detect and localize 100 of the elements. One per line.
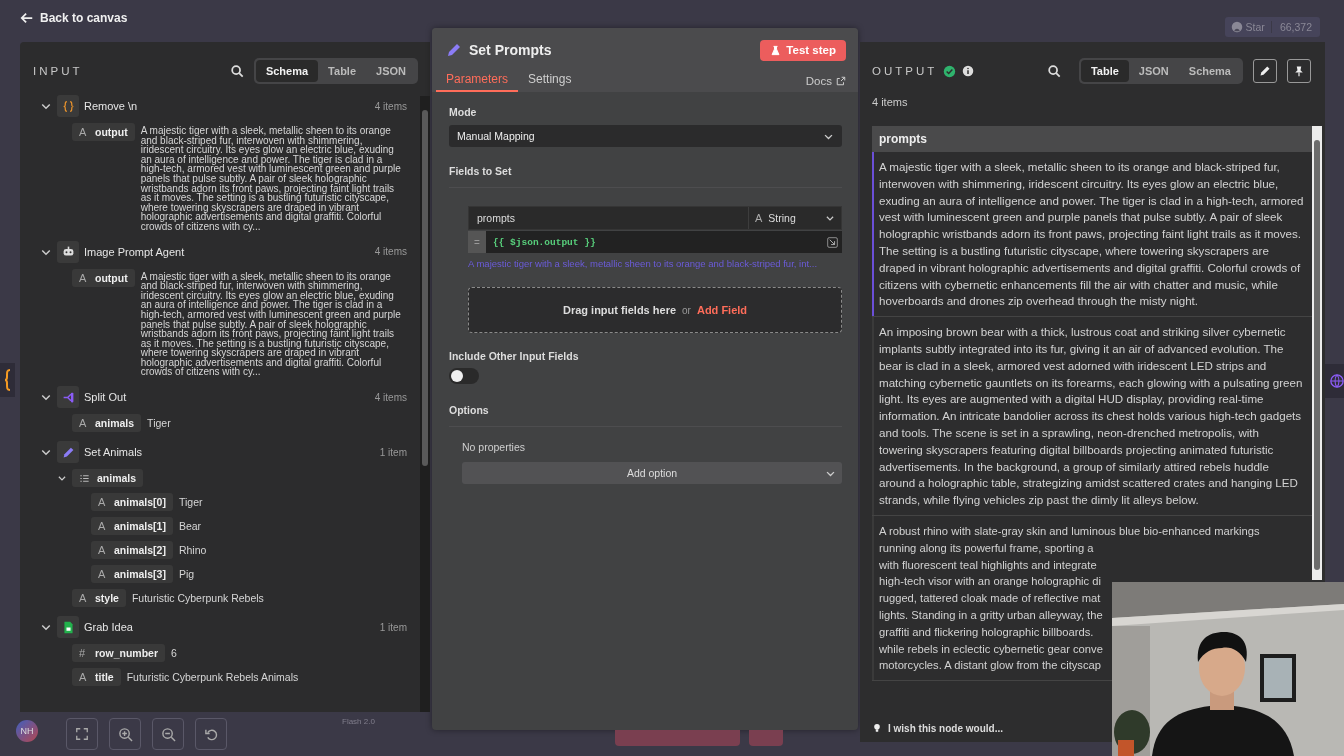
type-glyph: A bbox=[79, 671, 88, 684]
field-name: row_number bbox=[95, 647, 158, 660]
info-icon[interactable] bbox=[962, 65, 975, 77]
view-tab[interactable]: JSON bbox=[366, 60, 416, 82]
zoom-out-icon bbox=[160, 726, 176, 742]
cell-text: A majestic tiger with a sleek, metallic sheen to its orange and black-striped fur, interwoven with shimmering, iridescent circuitry. Its eyes glow an electric blue, exuding an aura of intelligence and power. The tiger is clad in a high-tech, armored vest with luminescent green and purple panels that pulse subtly. A pair of sleek holographic wristbands adorn its front paws, projecting faint light trails as it moves. The setting is a bustling futuristic cityscape, where towering skyscrapers are draped in vibrant holographic advertisements and digital graffiti. Colorful crowds of citizens with cybernetic enhancements fill the air with chatter and music, while hoverboards and drones zip overhead through the misty night. bbox=[879, 159, 1305, 310]
pencil-icon bbox=[57, 441, 79, 464]
drop-hint: Drag input fields here bbox=[562, 304, 677, 316]
cell-text-line: high-tech visor with an orange holographic di bbox=[879, 574, 1103, 590]
item-count: 4 items bbox=[871, 95, 909, 110]
add-field-link[interactable]: Add Field bbox=[696, 304, 748, 316]
node-name: Remove \n bbox=[84, 100, 139, 112]
field-chip[interactable]: A output bbox=[72, 123, 135, 141]
field-value: A majestic tiger with a sleek, metallic sheen to its orange and black-striped fur, interwoven with shimmering, iridescent circuitry. Its eyes glow an electric blue, exuding an aura of intelligence and power. The tiger is clad in a high-tech, armored vest with luminescent green and purple panels that pulse subtly. A pair of sleek holographic wristbands adorn its front paws, projecting faint light trails as it moves. The setting is a bustling futuristic cityscape, where towering skyscrapers are draped in vibrant holographic advertisements and digital graffiti. Colorful crowds of citizens with cy... bbox=[140, 269, 402, 378]
edit-button[interactable] bbox=[1253, 59, 1277, 83]
panel-title: OUTPUT bbox=[872, 65, 938, 77]
panel-tab[interactable]: Settings bbox=[518, 72, 582, 92]
type-glyph: # bbox=[79, 647, 87, 660]
separator-text: or bbox=[682, 304, 691, 316]
flask-icon bbox=[770, 44, 782, 56]
search-icon[interactable] bbox=[229, 64, 244, 78]
cell-text-line: rugged, tattered cloak made of reflective mat bbox=[879, 591, 1102, 607]
type-glyph: A bbox=[98, 520, 107, 533]
view-tab[interactable]: Schema bbox=[1178, 60, 1241, 82]
external-link-icon bbox=[836, 76, 846, 86]
back-to-canvas-link[interactable]: Back to canvas bbox=[20, 10, 128, 26]
pin-icon bbox=[1293, 65, 1305, 77]
user-avatar[interactable]: NH bbox=[16, 720, 38, 742]
view-tab[interactable]: Schema bbox=[255, 60, 319, 82]
field-label: Options bbox=[449, 404, 489, 416]
reset-button[interactable] bbox=[195, 718, 227, 750]
feedback-prompt[interactable]: I wish this node would... bbox=[860, 714, 1013, 742]
fullscreen-icon bbox=[75, 727, 89, 741]
item-count: 4 items bbox=[374, 391, 407, 403]
type-glyph: A bbox=[79, 271, 88, 284]
scrollbar[interactable] bbox=[420, 96, 430, 712]
view-tab[interactable]: Table bbox=[318, 60, 367, 82]
panel-title: INPUT bbox=[33, 65, 84, 77]
expand-icon[interactable] bbox=[827, 236, 838, 248]
type-glyph: A bbox=[98, 496, 107, 509]
split-icon bbox=[57, 386, 79, 409]
expression-preview: A majestic tiger with a sleek, metallic sheen to its orange and black-striped fur, int... bbox=[468, 258, 819, 269]
cell-text-line: while rebels in eclectic cybernetic gear conve bbox=[879, 641, 1104, 657]
field-chip[interactable]: animals bbox=[72, 469, 144, 488]
field-value: Futuristic Cyberpunk Rebels bbox=[131, 591, 265, 605]
field-label: Fields to Set bbox=[449, 165, 512, 177]
zoom-in-icon bbox=[117, 726, 133, 742]
empty-text: No properties bbox=[462, 441, 527, 453]
field-value: Pig bbox=[178, 567, 196, 581]
globe-icon[interactable] bbox=[1330, 374, 1344, 388]
cell-text: An imposing brown bear with a thick, lustrous coat and striking silver cybernetic implants subtly integrated into its fur, giving it an air of advanced evolution. The bear is clad in a sleek, armored vest adorned with iridescent LED strips and matching cybernetic gauntlets on its forearms, each glowing with a pulsating green light. Its eyes are augmented with a digital HUD display, providing real-time information. An intricate bandolier across its chest holds various high-tech gadgets and tools. The scene is set in a sprawling, neon-drenched metropolis, with towering skyscrapers featuring digital billboards projecting animated futuristic advertisements. In the background, a group of similarly attired rebels huddle around a holographic table, strategizing amidst scattered crates and hanging LED strands, while flying vehicles zip past the dimly lit alleys below. bbox=[879, 324, 1304, 509]
field-value: 6 bbox=[171, 646, 178, 660]
field-label: Mode bbox=[449, 106, 478, 118]
toggle-switch[interactable] bbox=[449, 368, 479, 384]
fit-view-button[interactable] bbox=[66, 718, 98, 750]
zoom-in-button[interactable] bbox=[109, 718, 141, 750]
item-count: 1 item bbox=[379, 621, 407, 633]
robot-icon bbox=[57, 240, 79, 263]
pencil-icon bbox=[1259, 65, 1271, 77]
cell-text-line: motorcycles. A distant glow from the cityscap bbox=[879, 658, 1102, 674]
node-name: Grab Idea bbox=[84, 621, 134, 634]
type-glyph: A bbox=[79, 417, 88, 430]
field-chip[interactable]: A animals bbox=[72, 414, 142, 433]
view-tab[interactable]: Table bbox=[1080, 60, 1129, 82]
bulb-icon bbox=[872, 722, 882, 734]
field-chip[interactable]: A title bbox=[72, 668, 121, 687]
field-name: animals[0] bbox=[114, 496, 166, 509]
docs-link[interactable]: Docs bbox=[805, 75, 846, 92]
field-name: animals bbox=[97, 472, 137, 485]
field-name: title bbox=[95, 671, 114, 684]
expression-field[interactable]: = {{ $json.output }} bbox=[468, 231, 842, 253]
field-name: animals[3] bbox=[114, 568, 166, 581]
field-value: A majestic tiger with a sleek, metallic sheen to its orange and black-striped fur, interwoven with shimmering, iridescent circuitry. Its eyes glow an electric blue, exuding an aura of intelligence and power. The tiger is clad in a high-tech, armored vest with luminescent green and purple panels that pulse subtly. A pair of sleek holographic wristbands adorn its front paws, projecting faint light trails as it moves. The setting is a bustling futuristic cityscape, where towering skyscrapers are draped in vibrant holographic advertisements and digital graffiti. Colorful crowds of citizens with cy... bbox=[140, 124, 402, 232]
item-count: 4 items bbox=[374, 246, 407, 258]
field-value: Bear bbox=[178, 519, 203, 533]
field-chip[interactable]: A animals[0] bbox=[91, 493, 173, 512]
field-chip[interactable]: # row_number bbox=[72, 644, 165, 663]
item-count: 4 items bbox=[374, 100, 407, 112]
type-glyph: A bbox=[98, 544, 107, 557]
zoom-out-button[interactable] bbox=[152, 718, 184, 750]
node-name: Set Animals bbox=[84, 446, 144, 459]
add-option-select[interactable]: Add option bbox=[462, 462, 842, 484]
field-chip[interactable]: A animals[2] bbox=[91, 541, 173, 560]
field-chip[interactable]: A output bbox=[72, 268, 135, 287]
mode-select[interactable]: Manual Mapping bbox=[449, 125, 842, 147]
scrollbar[interactable] bbox=[1312, 126, 1322, 580]
field-name: style bbox=[95, 592, 119, 605]
list-icon bbox=[79, 472, 90, 484]
pin-button[interactable] bbox=[1287, 59, 1311, 83]
type-glyph: A bbox=[79, 592, 88, 605]
braces-icon bbox=[57, 95, 79, 117]
field-chip[interactable]: A style bbox=[72, 589, 126, 608]
field-label: Include Other Input Fields bbox=[449, 350, 580, 362]
search-icon[interactable] bbox=[1046, 64, 1061, 78]
field-chip[interactable]: A animals[3] bbox=[91, 565, 173, 584]
view-tab[interactable]: JSON bbox=[1128, 60, 1179, 82]
field-chip[interactable]: A animals[1] bbox=[91, 517, 173, 536]
cell-text-line: with fluorescent teal highlights and integrate bbox=[879, 557, 1098, 573]
cell-text-line: graffiti and flickering holographic billboards. bbox=[879, 624, 1095, 640]
field-value: Futuristic Cyberpunk Rebels Animals bbox=[126, 670, 300, 684]
